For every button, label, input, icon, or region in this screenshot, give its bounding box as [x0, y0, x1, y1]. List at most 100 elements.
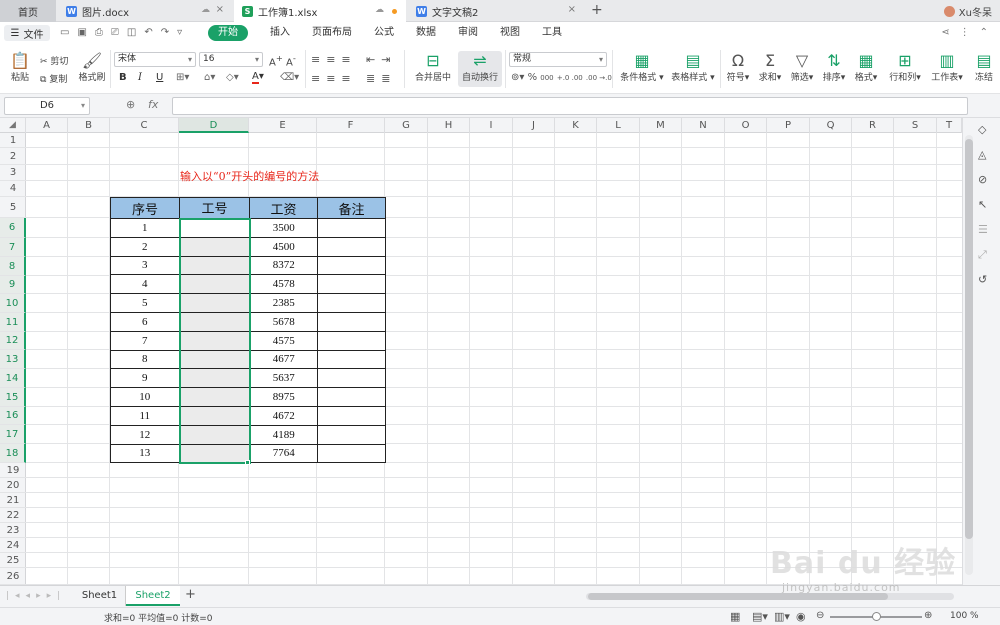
cell-serial[interactable]: 6	[110, 311, 180, 332]
table-style-button[interactable]: ▤ 表格样式 ▾	[668, 52, 718, 84]
column-header[interactable]: J	[513, 118, 555, 133]
cell-employee-id[interactable]	[178, 349, 251, 370]
row-header[interactable]: 10	[0, 294, 26, 313]
print-icon[interactable]: ⎚	[111, 27, 119, 38]
expand-icon[interactable]: ⤢	[978, 248, 987, 262]
cell-salary[interactable]: 4672	[249, 405, 318, 426]
number-format-buttons[interactable]: ⊚▾ % 000 +.0 .00 .00 →.0	[511, 72, 612, 83]
menu-tab-page-layout[interactable]: 页面布局	[312, 25, 352, 41]
column-header[interactable]: H	[428, 118, 470, 133]
name-box[interactable]: D6 ▾	[4, 97, 90, 115]
cell-salary[interactable]: 5678	[249, 311, 318, 332]
column-header[interactable]: R	[852, 118, 894, 133]
format-button[interactable]: ▦ 格式▾	[852, 52, 880, 84]
menu-tab-tools[interactable]: 工具	[542, 25, 562, 41]
clear-format-icon[interactable]: ⌫▾	[280, 72, 299, 83]
column-header[interactable]: M	[640, 118, 682, 133]
cell-remarks[interactable]	[317, 236, 386, 257]
cell-serial[interactable]: 2	[110, 236, 180, 257]
cell-serial[interactable]: 7	[110, 330, 180, 351]
menu-tab-home[interactable]: 开始	[208, 25, 248, 41]
cell-employee-id[interactable]	[178, 255, 251, 276]
indent-icons[interactable]: ⇤⇥	[366, 53, 396, 66]
open-folder-icon[interactable]: ▭	[60, 27, 69, 38]
row-header[interactable]: 25	[0, 553, 26, 568]
preview-icon[interactable]: ◫	[127, 27, 136, 38]
settings-sliders-icon[interactable]: ☰	[978, 223, 988, 236]
italic-icon[interactable]: I	[138, 72, 142, 83]
paste-button[interactable]: 📋 粘贴	[6, 52, 34, 84]
number-format-select[interactable]: 常规 ▾	[509, 52, 607, 67]
font-name-select[interactable]: 宋体 ▾	[114, 52, 196, 67]
cell-employee-id[interactable]	[178, 311, 251, 332]
header-cell-remarks[interactable]: 备注	[317, 197, 386, 219]
sheet-nav-arrows-icon[interactable]: |◂◂▸▸|	[6, 591, 66, 601]
column-header[interactable]: Q	[810, 118, 852, 133]
row-header[interactable]: 14	[0, 369, 26, 388]
close-tab-icon[interactable]: ×	[568, 4, 576, 15]
add-sheet-button[interactable]: +	[185, 587, 196, 602]
underline-icon[interactable]: U	[156, 72, 163, 83]
tab-workbook[interactable]: S 工作簿1.xlsx ☁	[234, 0, 406, 22]
cell-salary[interactable]: 4500	[249, 236, 318, 257]
row-header[interactable]: 6	[0, 218, 26, 238]
page-break-view-icon[interactable]: ▥▾	[774, 610, 790, 623]
row-header[interactable]: 21	[0, 493, 26, 508]
symbol-button[interactable]: Ω 符号▾	[724, 52, 752, 84]
cell-serial[interactable]: 9	[110, 368, 180, 389]
horizontal-scroll-thumb[interactable]	[588, 593, 888, 600]
row-header[interactable]: 17	[0, 425, 26, 444]
export-icon[interactable]: ⎙	[95, 27, 103, 38]
font-size-grow-shrink[interactable]: A+ A-	[269, 53, 296, 68]
tab-doc-text[interactable]: W 文字文稿2 ×	[408, 0, 584, 22]
cell-employee-id-active[interactable]	[178, 217, 251, 238]
row-header[interactable]: 4	[0, 181, 26, 197]
row-header[interactable]: 15	[0, 388, 26, 407]
row-header[interactable]: 2	[0, 148, 26, 165]
zoom-level[interactable]: 100 %	[950, 611, 979, 621]
bold-icon[interactable]: B	[119, 72, 127, 83]
sheet-tab-sheet1[interactable]: Sheet1	[74, 586, 126, 606]
copy-button[interactable]: ⧉ 复制	[40, 72, 67, 85]
save-icon[interactable]: ▣	[77, 27, 86, 38]
cell-serial[interactable]: 8	[110, 349, 180, 370]
cell-salary[interactable]: 7764	[249, 443, 318, 464]
select-cursor-icon[interactable]: ↖	[978, 198, 987, 211]
vertical-scrollbar[interactable]	[965, 135, 973, 575]
cell-salary[interactable]: 2385	[249, 293, 318, 313]
cell-salary[interactable]: 4189	[249, 424, 318, 445]
cell-serial[interactable]: 4	[110, 274, 180, 295]
row-header[interactable]: 23	[0, 523, 26, 538]
row-header[interactable]: 26	[0, 568, 26, 585]
cell-salary[interactable]: 3500	[249, 218, 318, 238]
shapes-icon[interactable]: ◇	[978, 123, 986, 136]
cell-remarks[interactable]	[317, 424, 386, 445]
cell-remarks[interactable]	[317, 311, 386, 332]
font-color-icon[interactable]: A▾	[252, 71, 264, 84]
cell-serial[interactable]: 3	[110, 255, 180, 276]
share-icon[interactable]: ⋖	[941, 27, 949, 38]
cut-button[interactable]: ✂ 剪切	[40, 54, 68, 67]
menu-tab-insert[interactable]: 插入	[270, 25, 290, 41]
tab-home[interactable]: 首页	[0, 0, 56, 22]
style-icon[interactable]: ◬	[978, 148, 986, 161]
zoom-slider[interactable]: ⊖ ⊕	[816, 610, 936, 622]
zoom-out-icon[interactable]: ⊖	[816, 610, 824, 621]
redo-icon[interactable]: ↷	[161, 27, 169, 38]
column-header[interactable]: P	[767, 118, 810, 133]
column-header[interactable]: B	[68, 118, 110, 133]
row-header[interactable]: 1	[0, 133, 26, 148]
column-header[interactable]: O	[725, 118, 767, 133]
vertical-scroll-thumb[interactable]	[965, 139, 973, 539]
cell-remarks[interactable]	[317, 218, 386, 238]
border-icon[interactable]: ⊞▾	[176, 72, 189, 83]
row-header[interactable]: 12	[0, 332, 26, 350]
menu-tab-view[interactable]: 视图	[500, 25, 520, 41]
column-header[interactable]: C	[110, 118, 179, 133]
sort-button[interactable]: ⇅ 排序▾	[820, 52, 848, 84]
page-layout-view-icon[interactable]: ▤▾	[752, 610, 768, 623]
cell-employee-id[interactable]	[178, 330, 251, 351]
wrap-text-button[interactable]: ⇌ 自动换行	[458, 52, 502, 84]
row-header[interactable]: 8	[0, 257, 26, 276]
cell-serial[interactable]: 10	[110, 387, 180, 407]
